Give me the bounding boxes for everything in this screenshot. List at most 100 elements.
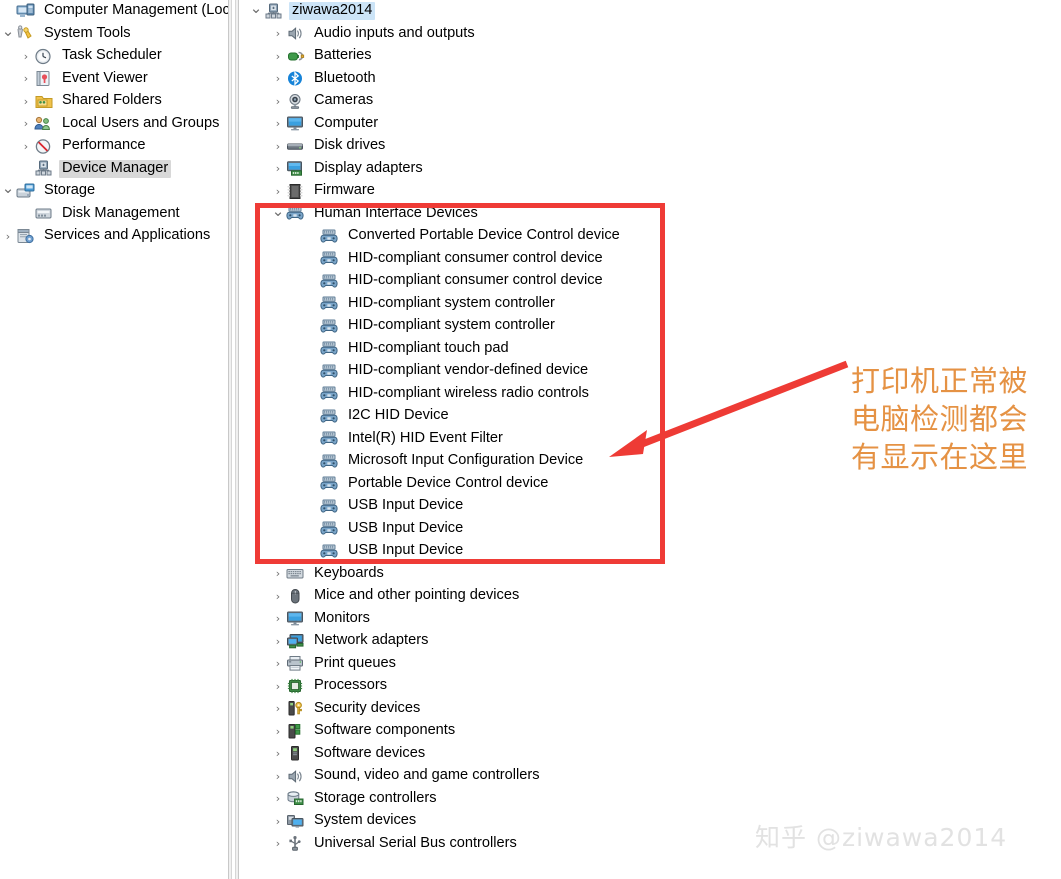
chevron-right-icon[interactable]: ›: [270, 96, 286, 107]
device-tree-item-label: Bluetooth: [314, 69, 376, 86]
chevron-down-icon[interactable]: ⌄: [0, 23, 16, 41]
chevron-right-icon[interactable]: ›: [18, 73, 34, 84]
device-tree-item-row[interactable]: › Cameras: [240, 90, 1061, 113]
device-manager-screenshot: Computer Management (Local) ⌄ System Tools…: [0, 0, 1061, 879]
console-tree[interactable]: Computer Management (Local) ⌄ System Tools…: [0, 0, 228, 248]
chevron-right-icon[interactable]: ›: [270, 771, 286, 782]
console-tree-item-row[interactable]: › Shared Folders: [0, 90, 228, 113]
mouse-icon: [286, 588, 306, 605]
device-tree-item-row[interactable]: › Storage controllers: [240, 788, 1061, 811]
device-tree-item-row[interactable]: › Computer: [240, 113, 1061, 136]
device-tree-item-label: Microsoft Input Configuration Device: [348, 452, 584, 469]
device-tree-item-row[interactable]: › Firmware: [240, 180, 1061, 203]
device-tree-item-row[interactable]: › Print queues: [240, 653, 1061, 676]
chevron-right-icon[interactable]: ›: [270, 73, 286, 84]
software-component-icon: [286, 723, 306, 740]
device-tree-item-row[interactable]: › Keyboards: [240, 563, 1061, 586]
console-tree-item-row[interactable]: Device Manager: [0, 158, 228, 181]
chevron-right-icon[interactable]: ›: [270, 726, 286, 737]
device-tree-item-row[interactable]: › Disk drives: [240, 135, 1061, 158]
device-tree-item-row[interactable]: › Audio inputs and outputs: [240, 23, 1061, 46]
chevron-right-icon[interactable]: ›: [270, 613, 286, 624]
chevron-right-icon[interactable]: ›: [270, 28, 286, 39]
console-tree-item-row[interactable]: › Performance: [0, 135, 228, 158]
device-tree-item-row[interactable]: › Security devices: [240, 698, 1061, 721]
chevron-right-icon[interactable]: ›: [270, 658, 286, 669]
device-tree-item-label: USB Input Device: [348, 542, 464, 559]
device-tree-item-row[interactable]: › Software devices: [240, 743, 1061, 766]
console-tree-item-row[interactable]: › Event Viewer: [0, 68, 228, 91]
processor-icon: [286, 678, 306, 695]
chevron-right-icon[interactable]: ›: [270, 141, 286, 152]
device-tree-item-row[interactable]: HID-compliant system controller: [240, 315, 1061, 338]
device-tree-item-row[interactable]: HID-compliant consumer control device: [240, 270, 1061, 293]
device-tree-item-row[interactable]: HID-compliant system controller: [240, 293, 1061, 316]
device-tree-item-row[interactable]: › Network adapters: [240, 630, 1061, 653]
console-tree-item-row[interactable]: ⌄ System Tools: [0, 23, 228, 46]
device-tree-item-row[interactable]: › Sound, video and game controllers: [240, 765, 1061, 788]
device-tree-item-row[interactable]: › Mice and other pointing devices: [240, 585, 1061, 608]
chevron-right-icon[interactable]: ›: [18, 51, 34, 62]
device-tree-item-row[interactable]: USB Input Device: [240, 540, 1061, 563]
chevron-down-icon[interactable]: ⌄: [0, 181, 16, 198]
chevron-right-icon[interactable]: ›: [18, 141, 34, 152]
console-tree-item-row[interactable]: ⌄ Storage: [0, 180, 228, 203]
chevron-right-icon[interactable]: ›: [270, 591, 286, 602]
hid-icon: [320, 543, 340, 560]
console-tree-item-row[interactable]: › Services and Applications: [0, 225, 228, 248]
users-groups-icon: [34, 115, 54, 132]
chevron-right-icon[interactable]: ›: [18, 96, 34, 107]
watermark: 知乎 @ziwawa2014: [755, 823, 1008, 852]
chevron-right-icon[interactable]: ›: [270, 568, 286, 579]
device-tree-item-row[interactable]: › Processors: [240, 675, 1061, 698]
pane-splitter[interactable]: [228, 0, 239, 879]
device-tree-item-row[interactable]: › Batteries: [240, 45, 1061, 68]
chevron-right-icon[interactable]: ›: [270, 748, 286, 759]
device-tree-item-row[interactable]: ⌄ ziwawa2014: [240, 0, 1061, 23]
device-tree-item-row[interactable]: HID-compliant consumer control device: [240, 248, 1061, 271]
device-tree-item-row[interactable]: › Monitors: [240, 608, 1061, 631]
chevron-right-icon[interactable]: ›: [0, 231, 16, 242]
system-tools-icon: [16, 25, 36, 42]
device-tree-item-row[interactable]: Converted Portable Device Control device: [240, 225, 1061, 248]
device-tree-item-label: Display adapters: [314, 159, 423, 176]
chevron-right-icon[interactable]: ›: [270, 163, 286, 174]
console-tree-item-row[interactable]: › Task Scheduler: [0, 45, 228, 68]
device-tree-item-row[interactable]: USB Input Device: [240, 495, 1061, 518]
console-tree-item-row[interactable]: Disk Management: [0, 203, 228, 226]
console-tree-item-row[interactable]: › Local Users and Groups: [0, 113, 228, 136]
console-tree-pane[interactable]: Computer Management (Local) ⌄ System Tools…: [0, 0, 228, 879]
device-tree-item-row[interactable]: › Software components: [240, 720, 1061, 743]
device-manager-icon: [34, 160, 54, 177]
device-tree-item-row[interactable]: USB Input Device: [240, 518, 1061, 541]
disk-drive-icon: [286, 138, 306, 155]
device-tree-item-row[interactable]: HID-compliant touch pad: [240, 338, 1061, 361]
device-tree-item-label: Audio inputs and outputs: [314, 24, 475, 41]
chevron-down-icon[interactable]: ⌄: [248, 1, 264, 18]
computer-node-icon: [264, 3, 284, 20]
chevron-down-icon[interactable]: ⌄: [270, 203, 286, 221]
chevron-right-icon[interactable]: ›: [270, 703, 286, 714]
event-viewer-icon: [34, 70, 54, 87]
performance-icon: [34, 138, 54, 155]
clock-icon: [34, 48, 54, 65]
device-tree-item-row[interactable]: ⌄ Human Interface Devices: [240, 203, 1061, 226]
chevron-right-icon[interactable]: ›: [270, 186, 286, 197]
device-tree-item-row[interactable]: › Bluetooth: [240, 68, 1061, 91]
chevron-right-icon[interactable]: ›: [18, 118, 34, 129]
chevron-right-icon[interactable]: ›: [270, 636, 286, 647]
speaker-icon: [286, 25, 306, 42]
device-tree-item-label: Keyboards: [314, 564, 384, 581]
splitter-thumb[interactable]: [231, 0, 236, 879]
hid-icon: [320, 520, 340, 537]
chevron-right-icon[interactable]: ›: [270, 793, 286, 804]
console-tree-item-row[interactable]: Computer Management (Local): [0, 0, 228, 23]
device-tree-item-row[interactable]: › Display adapters: [240, 158, 1061, 181]
chevron-right-icon[interactable]: ›: [270, 681, 286, 692]
hid-icon: [320, 453, 340, 470]
chevron-right-icon[interactable]: ›: [270, 816, 286, 827]
chevron-right-icon[interactable]: ›: [270, 51, 286, 62]
chevron-right-icon[interactable]: ›: [270, 118, 286, 129]
firmware-icon: [286, 183, 306, 200]
chevron-right-icon[interactable]: ›: [270, 838, 286, 849]
